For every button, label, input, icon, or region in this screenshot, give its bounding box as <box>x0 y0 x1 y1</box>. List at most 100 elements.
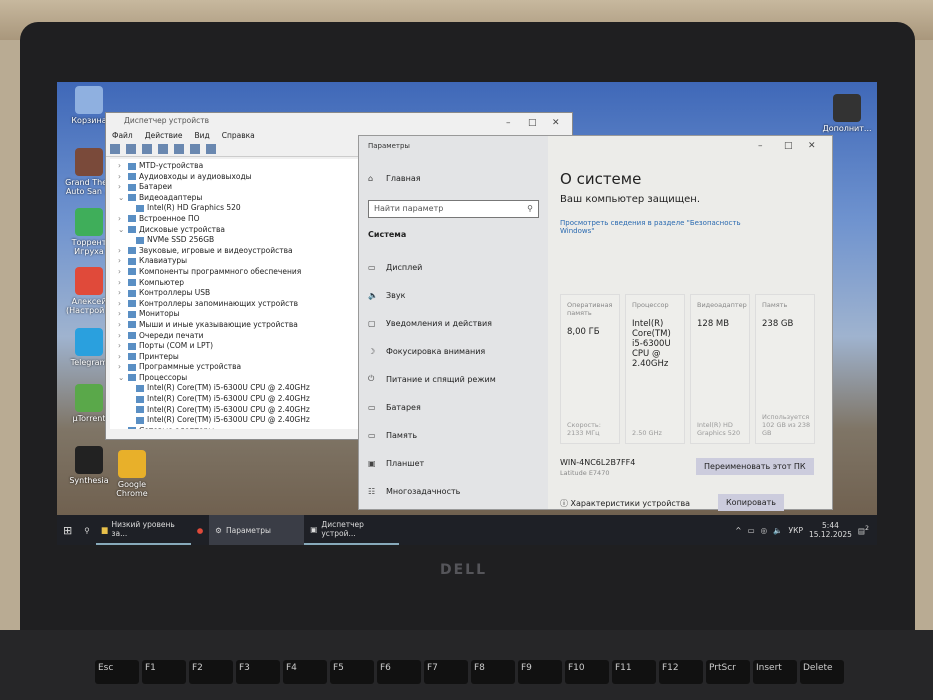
keyboard-key[interactable]: PrtScr <box>706 660 750 684</box>
desktop-icon[interactable]: Google Chrome <box>102 450 162 498</box>
keyboard-key[interactable]: F10 <box>565 660 609 684</box>
chevron-right-icon[interactable]: › <box>118 426 128 429</box>
chevron-down-icon[interactable]: ⌄ <box>118 225 128 236</box>
menu-item[interactable]: Файл <box>112 131 133 141</box>
chevron-right-icon[interactable]: › <box>118 331 128 342</box>
desktop-icon[interactable]: Дополнит... <box>817 94 877 133</box>
chevron-right-icon[interactable]: › <box>118 309 128 320</box>
maximize-button[interactable]: □ <box>784 141 793 151</box>
nav-item[interactable]: ▢ Уведомления и действия <box>368 309 539 337</box>
keyboard-key[interactable]: F3 <box>236 660 280 684</box>
app-icon <box>75 328 103 356</box>
security-link[interactable]: Просмотреть сведения в разделе "Безопасн… <box>560 219 760 235</box>
copy-button[interactable]: Копировать <box>718 494 784 511</box>
nav-item[interactable]: 🔈 Звук <box>368 281 539 309</box>
nav-item[interactable]: ⏻ Питание и спящий режим <box>368 365 539 393</box>
close-button[interactable]: ✕ <box>552 118 560 128</box>
chevron-right-icon[interactable]: › <box>118 352 128 363</box>
help-icon[interactable] <box>174 144 184 154</box>
clock[interactable]: 5:44 15.12.2025 <box>809 521 852 539</box>
nav-item[interactable]: ☷ Многозадачность <box>368 477 539 505</box>
battery-icon[interactable]: ▭ <box>748 526 755 535</box>
search-button[interactable]: ⚲ <box>78 515 96 545</box>
maximize-button[interactable]: □ <box>528 118 537 128</box>
chevron-right-icon[interactable]: › <box>118 182 128 193</box>
spec-detail: Используется 102 GB из 238 GB <box>762 413 811 437</box>
section-heading: Система <box>368 230 407 239</box>
nav-label: Дисплей <box>386 262 423 272</box>
nav-item[interactable]: ▭ Память <box>368 421 539 449</box>
volume-icon[interactable]: 🔈 <box>773 526 782 535</box>
pc-model: Latitude E7470 <box>560 469 610 477</box>
close-button[interactable]: ✕ <box>808 141 816 151</box>
back-icon[interactable] <box>110 144 120 154</box>
update-icon[interactable] <box>158 144 168 154</box>
settings-content: – □ ✕ О системе Ваш компьютер защищен. П… <box>548 136 832 511</box>
spec-label: Оперативная память <box>567 301 613 317</box>
chevron-right-icon[interactable]: › <box>118 362 128 373</box>
chevron-up-icon[interactable]: ^ <box>735 526 741 535</box>
device-icon <box>128 363 136 371</box>
minimize-button[interactable]: – <box>506 118 511 128</box>
spec-value: 8,00 ГБ <box>567 327 600 337</box>
start-button[interactable]: ⊞ <box>57 515 78 545</box>
chevron-right-icon[interactable]: › <box>118 341 128 352</box>
chevron-right-icon[interactable]: › <box>118 320 128 331</box>
keyboard-key[interactable]: Delete <box>800 660 844 684</box>
nav-home[interactable]: ⌂ Главная <box>368 164 539 192</box>
nav-item[interactable]: ☽ Фокусировка внимания <box>368 337 539 365</box>
chevron-right-icon[interactable]: › <box>118 267 128 278</box>
keyboard-key[interactable]: F1 <box>142 660 186 684</box>
device-icon <box>128 353 136 361</box>
keyboard-key[interactable]: Insert <box>753 660 797 684</box>
notifications-button[interactable]: ▤2 <box>858 525 869 536</box>
keyboard-key[interactable]: F11 <box>612 660 656 684</box>
search-input[interactable]: Найти параметр ⚲ <box>368 200 539 218</box>
taskbar-item-device-manager[interactable]: ▣ Диспетчер устрой... <box>304 515 400 545</box>
device-specs-heading[interactable]: ⓘ Характеристики устройства <box>560 498 690 509</box>
nav-icon: ▭ <box>368 430 376 440</box>
chevron-right-icon[interactable]: › <box>118 246 128 257</box>
forward-icon[interactable] <box>126 144 136 154</box>
menu-item[interactable]: Вид <box>194 131 209 141</box>
chevron-down-icon[interactable]: ⌄ <box>118 193 128 204</box>
tree-node-label: MTD-устройства <box>139 161 204 170</box>
keyboard-key[interactable]: F8 <box>471 660 515 684</box>
language-indicator[interactable]: УКР <box>789 526 803 535</box>
keyboard-key[interactable]: F5 <box>330 660 374 684</box>
chevron-right-icon[interactable]: › <box>118 299 128 310</box>
chevron-right-icon[interactable]: › <box>118 288 128 299</box>
keyboard-key[interactable]: F9 <box>518 660 562 684</box>
tree-node-label: Процессоры <box>139 372 188 382</box>
keyboard-key[interactable]: F7 <box>424 660 468 684</box>
properties-icon[interactable] <box>142 144 152 154</box>
chevron-right-icon[interactable]: › <box>118 256 128 267</box>
nav-item[interactable]: ▣ Планшет <box>368 449 539 477</box>
taskbar-item-chrome[interactable]: ● <box>191 515 210 545</box>
chevron-right-icon[interactable]: › <box>118 278 128 289</box>
nav-item[interactable]: ▭ Дисплей <box>368 253 539 281</box>
nav-label: Память <box>386 430 418 440</box>
nav-item[interactable]: ▭ Батарея <box>368 393 539 421</box>
chevron-right-icon[interactable]: › <box>118 172 128 183</box>
chevron-right-icon[interactable]: › <box>118 214 128 225</box>
taskbar-item-explorer[interactable]: ▆ Низкий уровень за... <box>95 515 191 545</box>
taskbar-item-settings[interactable]: ⚙ Параметры <box>209 515 305 545</box>
view-icon[interactable] <box>190 144 200 154</box>
minimize-button[interactable]: – <box>758 141 763 151</box>
keyboard-key[interactable]: F4 <box>283 660 327 684</box>
keyboard-key[interactable]: F2 <box>189 660 233 684</box>
chevron-down-icon[interactable]: ⌄ <box>118 373 128 384</box>
menu-item[interactable]: Справка <box>222 131 255 141</box>
window-title: Параметры <box>368 142 410 150</box>
nav-label: Питание и спящий режим <box>386 374 496 384</box>
chevron-right-icon[interactable]: › <box>118 161 128 172</box>
network-icon[interactable]: ◎ <box>761 526 768 535</box>
rename-pc-button[interactable]: Переименовать этот ПК <box>696 458 814 475</box>
keyboard-key[interactable]: Esc <box>95 660 139 684</box>
keyboard-key[interactable]: F6 <box>377 660 421 684</box>
monitor-icon[interactable] <box>206 144 216 154</box>
keyboard-key[interactable]: F12 <box>659 660 703 684</box>
menu-item[interactable]: Действие <box>145 131 183 141</box>
tree-node-label: Батареи <box>139 182 172 192</box>
